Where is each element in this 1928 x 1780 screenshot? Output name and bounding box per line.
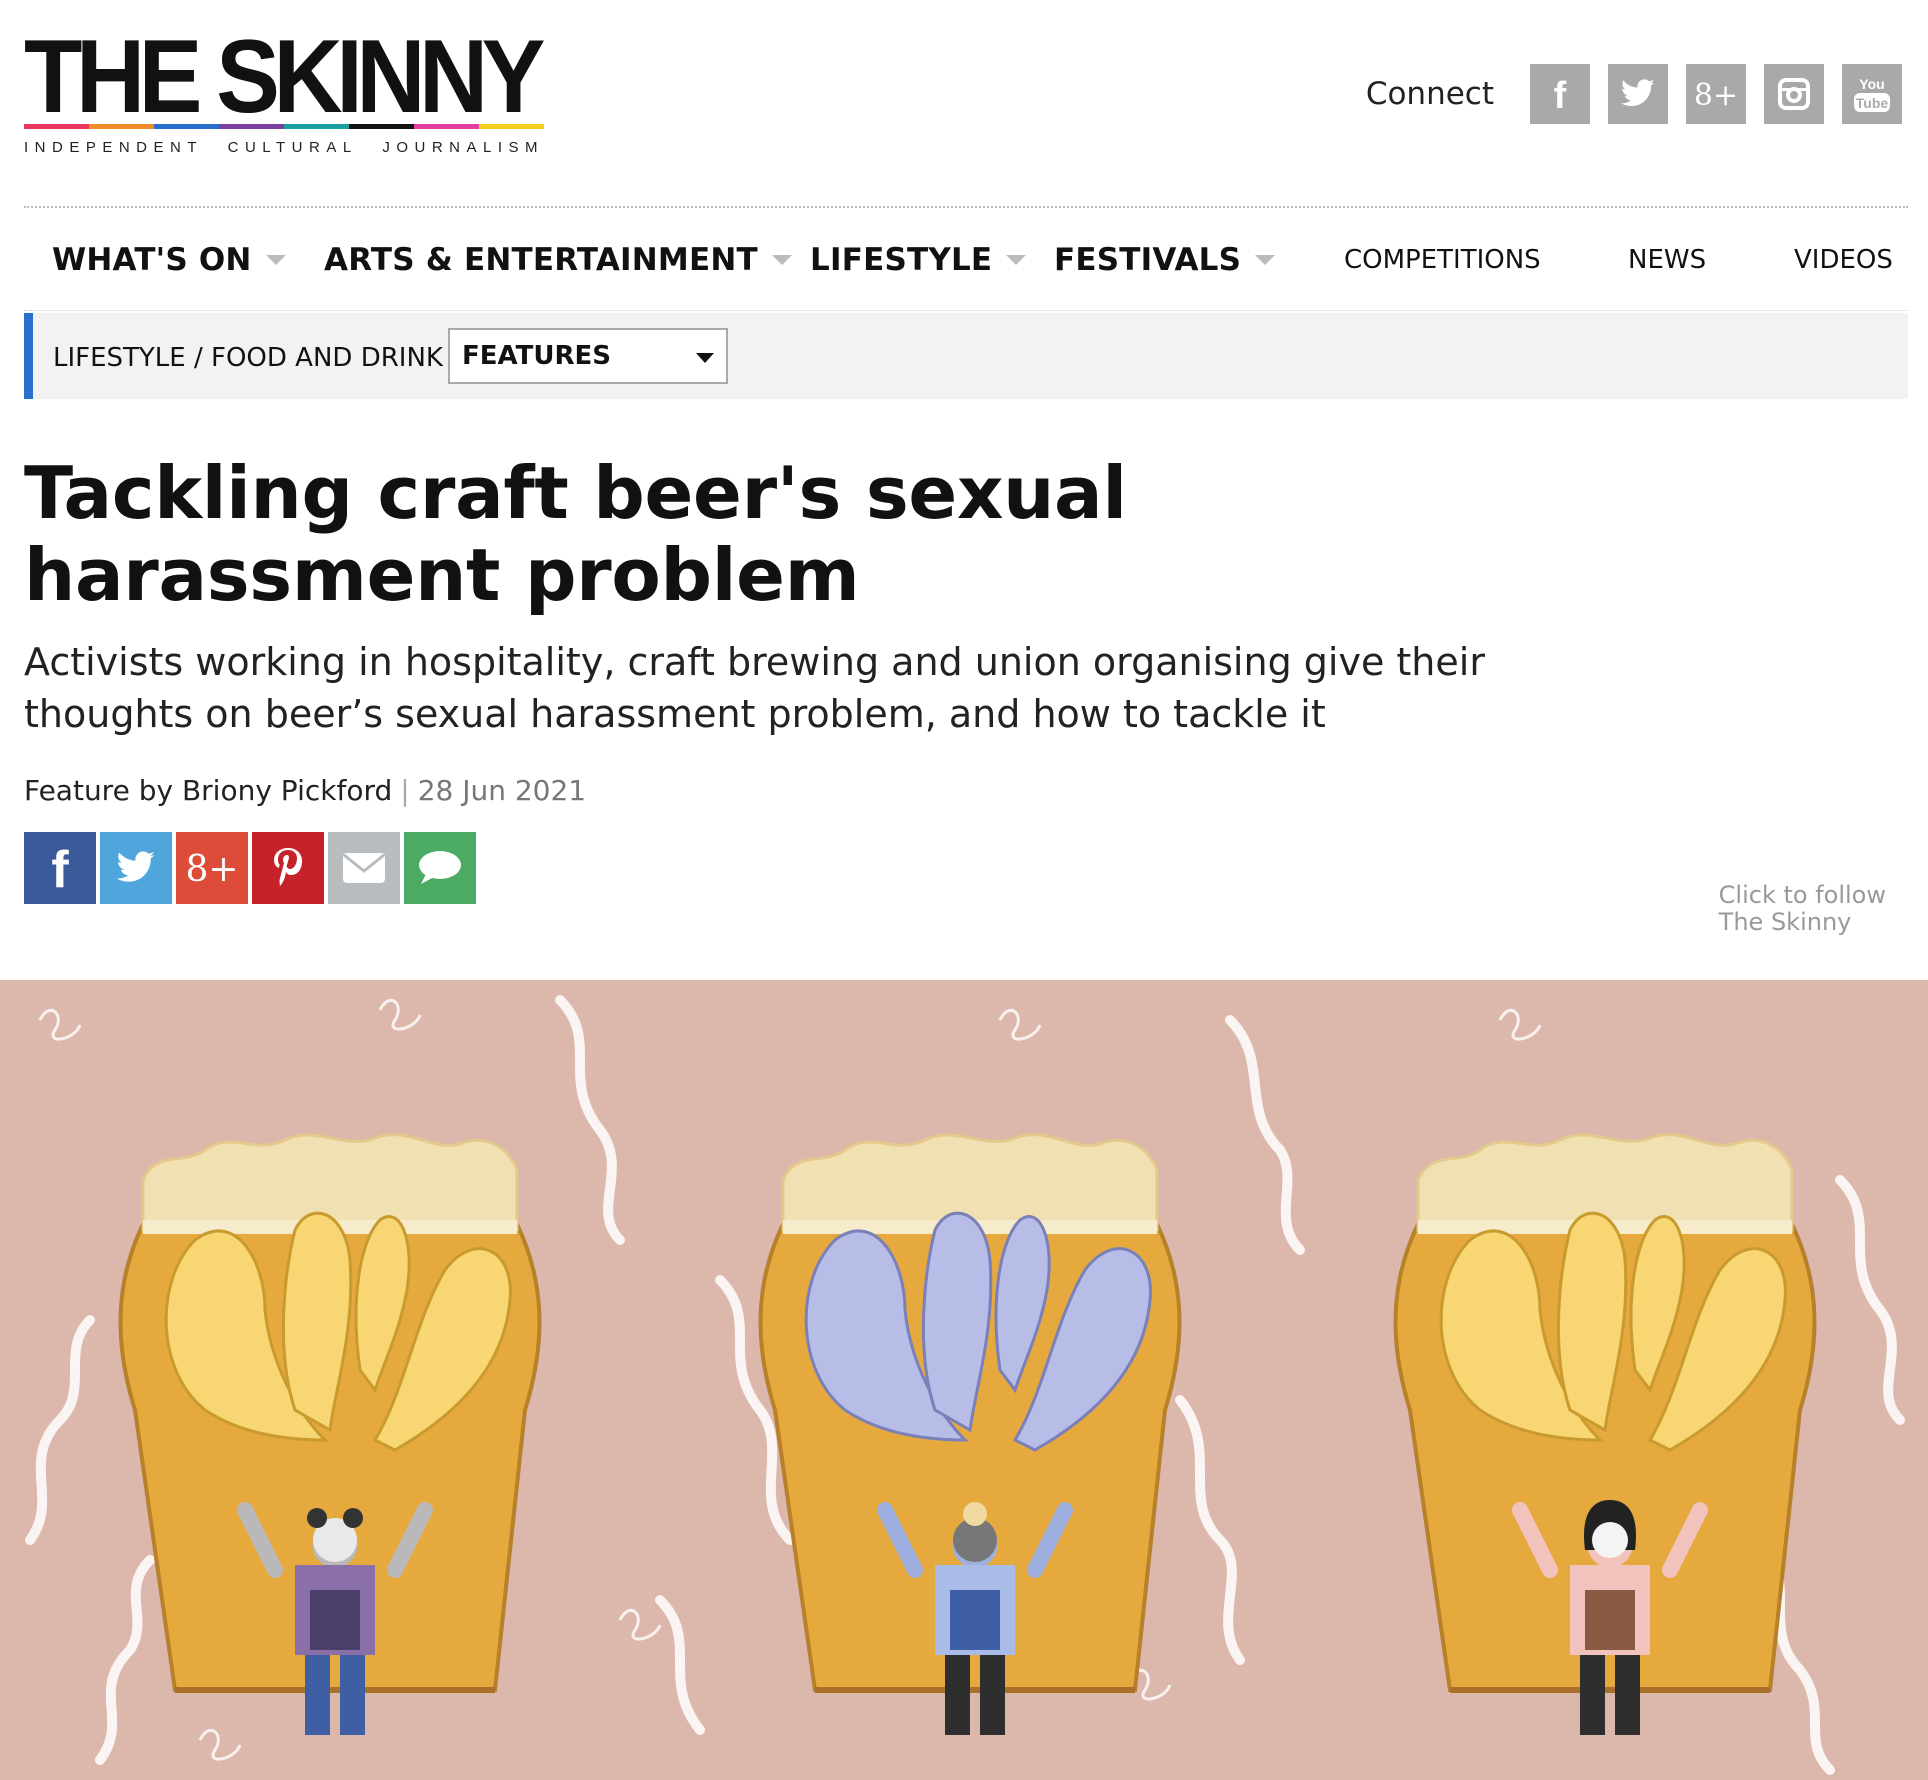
hero-illustration <box>0 980 1928 1780</box>
nav-arts-entertainment[interactable]: ARTS & ENTERTAINMENT <box>324 238 792 282</box>
twitter-icon[interactable] <box>1608 64 1668 124</box>
google-plus-icon: 8+ <box>186 849 238 890</box>
article-title: Tackling craft beer's sexual harassment … <box>24 451 1127 617</box>
chevron-down-icon <box>771 255 792 265</box>
connect-bar: Connect f 8+ You Tube <box>1366 64 1902 124</box>
chevron-down-icon <box>1255 255 1276 265</box>
beer-glass-left <box>121 1135 540 1735</box>
svg-text:Tube: Tube <box>1856 95 1889 111</box>
tagline-word: JOURNALISM <box>382 139 544 156</box>
breadcrumb-path[interactable]: LIFESTYLE / FOOD AND DRINK / <box>53 343 460 373</box>
facebook-icon[interactable]: f <box>1530 64 1590 124</box>
breadcrumb: LIFESTYLE / FOOD AND DRINK / FEATURES <box>24 313 1908 399</box>
svg-text:f: f <box>51 843 69 893</box>
article-byline: Feature by Briony Pickford | 28 Jun 2021 <box>24 774 586 807</box>
nav-videos[interactable]: VIDEOS <box>1794 238 1893 282</box>
follow-line: The Skinny <box>1718 908 1852 936</box>
google-plus-icon[interactable]: 8+ <box>1686 64 1746 124</box>
nav-label: ARTS & ENTERTAINMENT <box>324 242 758 278</box>
article-date: 28 Jun 2021 <box>417 774 587 807</box>
instagram-icon[interactable] <box>1764 64 1824 124</box>
byline-separator: | <box>400 774 410 807</box>
article-standfirst: Activists working in hospitality, craft … <box>24 640 1485 736</box>
main-nav: WHAT'S ON ARTS & ENTERTAINMENT LIFESTYLE… <box>24 238 1908 282</box>
section-select-value: FEATURES <box>462 341 611 371</box>
svg-text:8+: 8+ <box>186 849 238 890</box>
nav-lifestyle[interactable]: LIFESTYLE <box>810 238 1027 282</box>
youtube-icon[interactable]: You Tube <box>1842 64 1902 124</box>
nav-label: FESTIVALS <box>1054 242 1242 278</box>
nav-news[interactable]: NEWS <box>1628 238 1706 282</box>
share-google-plus-button[interactable]: 8+ <box>176 832 248 904</box>
twitter-icon <box>116 851 155 882</box>
share-pinterest-button[interactable] <box>252 832 324 904</box>
share-bar: f 8+ <box>24 832 476 904</box>
nav-divider <box>24 310 1908 311</box>
nav-label: WHAT'S ON <box>52 242 252 278</box>
google-plus-text: 8+ <box>1694 78 1738 113</box>
share-comment-button[interactable] <box>404 832 476 904</box>
nav-label: LIFESTYLE <box>810 242 993 278</box>
comment-icon <box>419 851 461 884</box>
beer-glass-right <box>1396 1135 1815 1735</box>
nav-whats-on[interactable]: WHAT'S ON <box>52 238 286 282</box>
nav-competitions[interactable]: COMPETITIONS <box>1344 238 1541 282</box>
nav-festivals[interactable]: FESTIVALS <box>1054 238 1276 282</box>
share-twitter-button[interactable] <box>100 832 172 904</box>
chevron-down-icon <box>1006 255 1027 265</box>
pinterest-icon <box>274 848 302 886</box>
site-name: THE SKINNY <box>24 19 545 135</box>
section-select[interactable]: FEATURES <box>448 328 728 384</box>
tagline-word: INDEPENDENT <box>24 139 204 156</box>
site-tagline: INDEPENDENT CULTURAL JOURNALISM <box>24 139 544 156</box>
share-facebook-button[interactable]: f <box>24 832 96 904</box>
chevron-down-icon <box>265 255 286 265</box>
site-logo[interactable]: THE SKINNY INDEPENDENT CULTURAL JOURNALI… <box>24 19 545 156</box>
facebook-icon: f <box>51 843 69 893</box>
follow-line: Click to follow <box>1718 881 1886 909</box>
follow-link[interactable]: Click to follow The Skinny <box>1719 882 1886 936</box>
beer-glass-middle <box>761 1135 1180 1735</box>
header-divider <box>24 206 1908 208</box>
beer-glasses-illustration <box>25 995 1905 1775</box>
email-icon <box>343 853 385 883</box>
share-email-button[interactable] <box>328 832 400 904</box>
dropdown-arrow-icon <box>696 353 714 363</box>
connect-label: Connect <box>1365 76 1494 112</box>
svg-text:f: f <box>1554 75 1567 114</box>
svg-text:You: You <box>1859 76 1884 92</box>
byline-author[interactable]: Feature by Briony Pickford <box>24 774 392 807</box>
tagline-word: CULTURAL <box>227 139 358 156</box>
